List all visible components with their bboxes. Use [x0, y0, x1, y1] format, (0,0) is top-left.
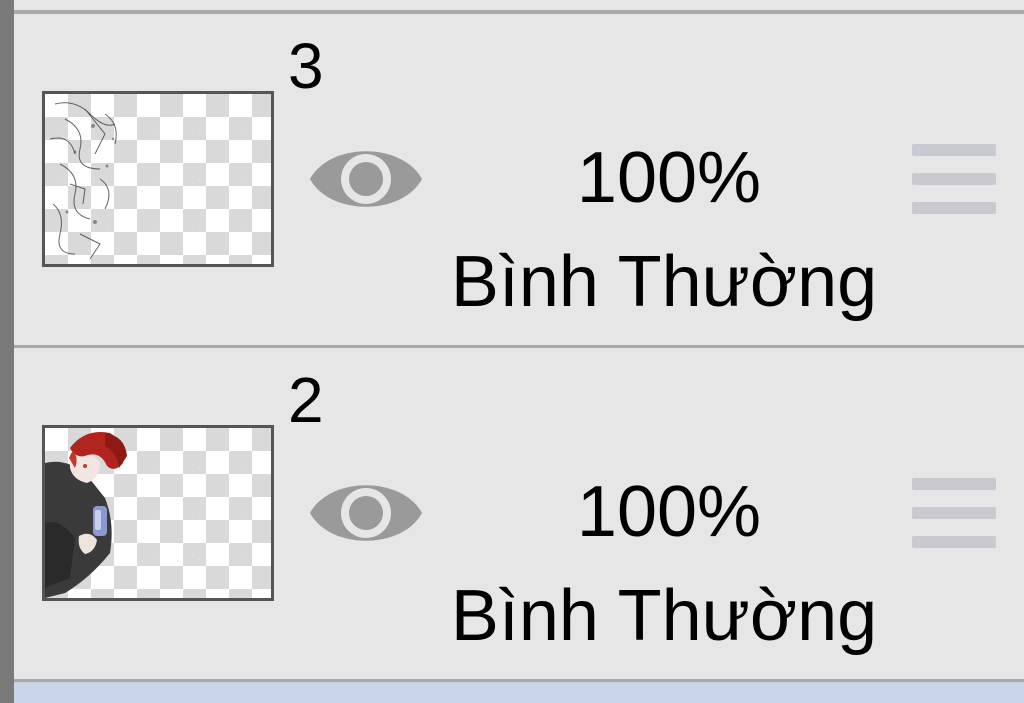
- visibility-toggle[interactable]: [306, 468, 426, 558]
- drag-handle-icon[interactable]: [912, 476, 996, 550]
- layer-blend-mode[interactable]: Bình Thường: [424, 246, 904, 318]
- layer-opacity[interactable]: 100%: [554, 142, 784, 214]
- layer-number: 3: [288, 30, 324, 102]
- layer-row-2[interactable]: 2 100% Bình Thường: [14, 348, 1024, 678]
- character-thumbnail-art: [45, 432, 127, 598]
- layer-row-3[interactable]: 3 100% Bình Thường: [14, 14, 1024, 344]
- drag-handle-icon[interactable]: [912, 142, 996, 216]
- layers-panel: 3 100% Bình Thường 2 100% Bình Thường: [0, 0, 1024, 703]
- layer-opacity[interactable]: 100%: [554, 476, 784, 548]
- layer-number: 2: [288, 364, 324, 436]
- layer-thumbnail-3[interactable]: [42, 91, 274, 267]
- eye-icon: [310, 151, 422, 207]
- panel-left-border: [0, 0, 14, 703]
- eye-icon: [310, 485, 422, 541]
- sketch-thumbnail-art: [49, 102, 117, 260]
- layer-thumbnail-2[interactable]: [42, 425, 274, 601]
- selected-layer-row-partial[interactable]: [14, 682, 1024, 703]
- layer-blend-mode[interactable]: Bình Thường: [424, 580, 904, 652]
- visibility-toggle[interactable]: [306, 134, 426, 224]
